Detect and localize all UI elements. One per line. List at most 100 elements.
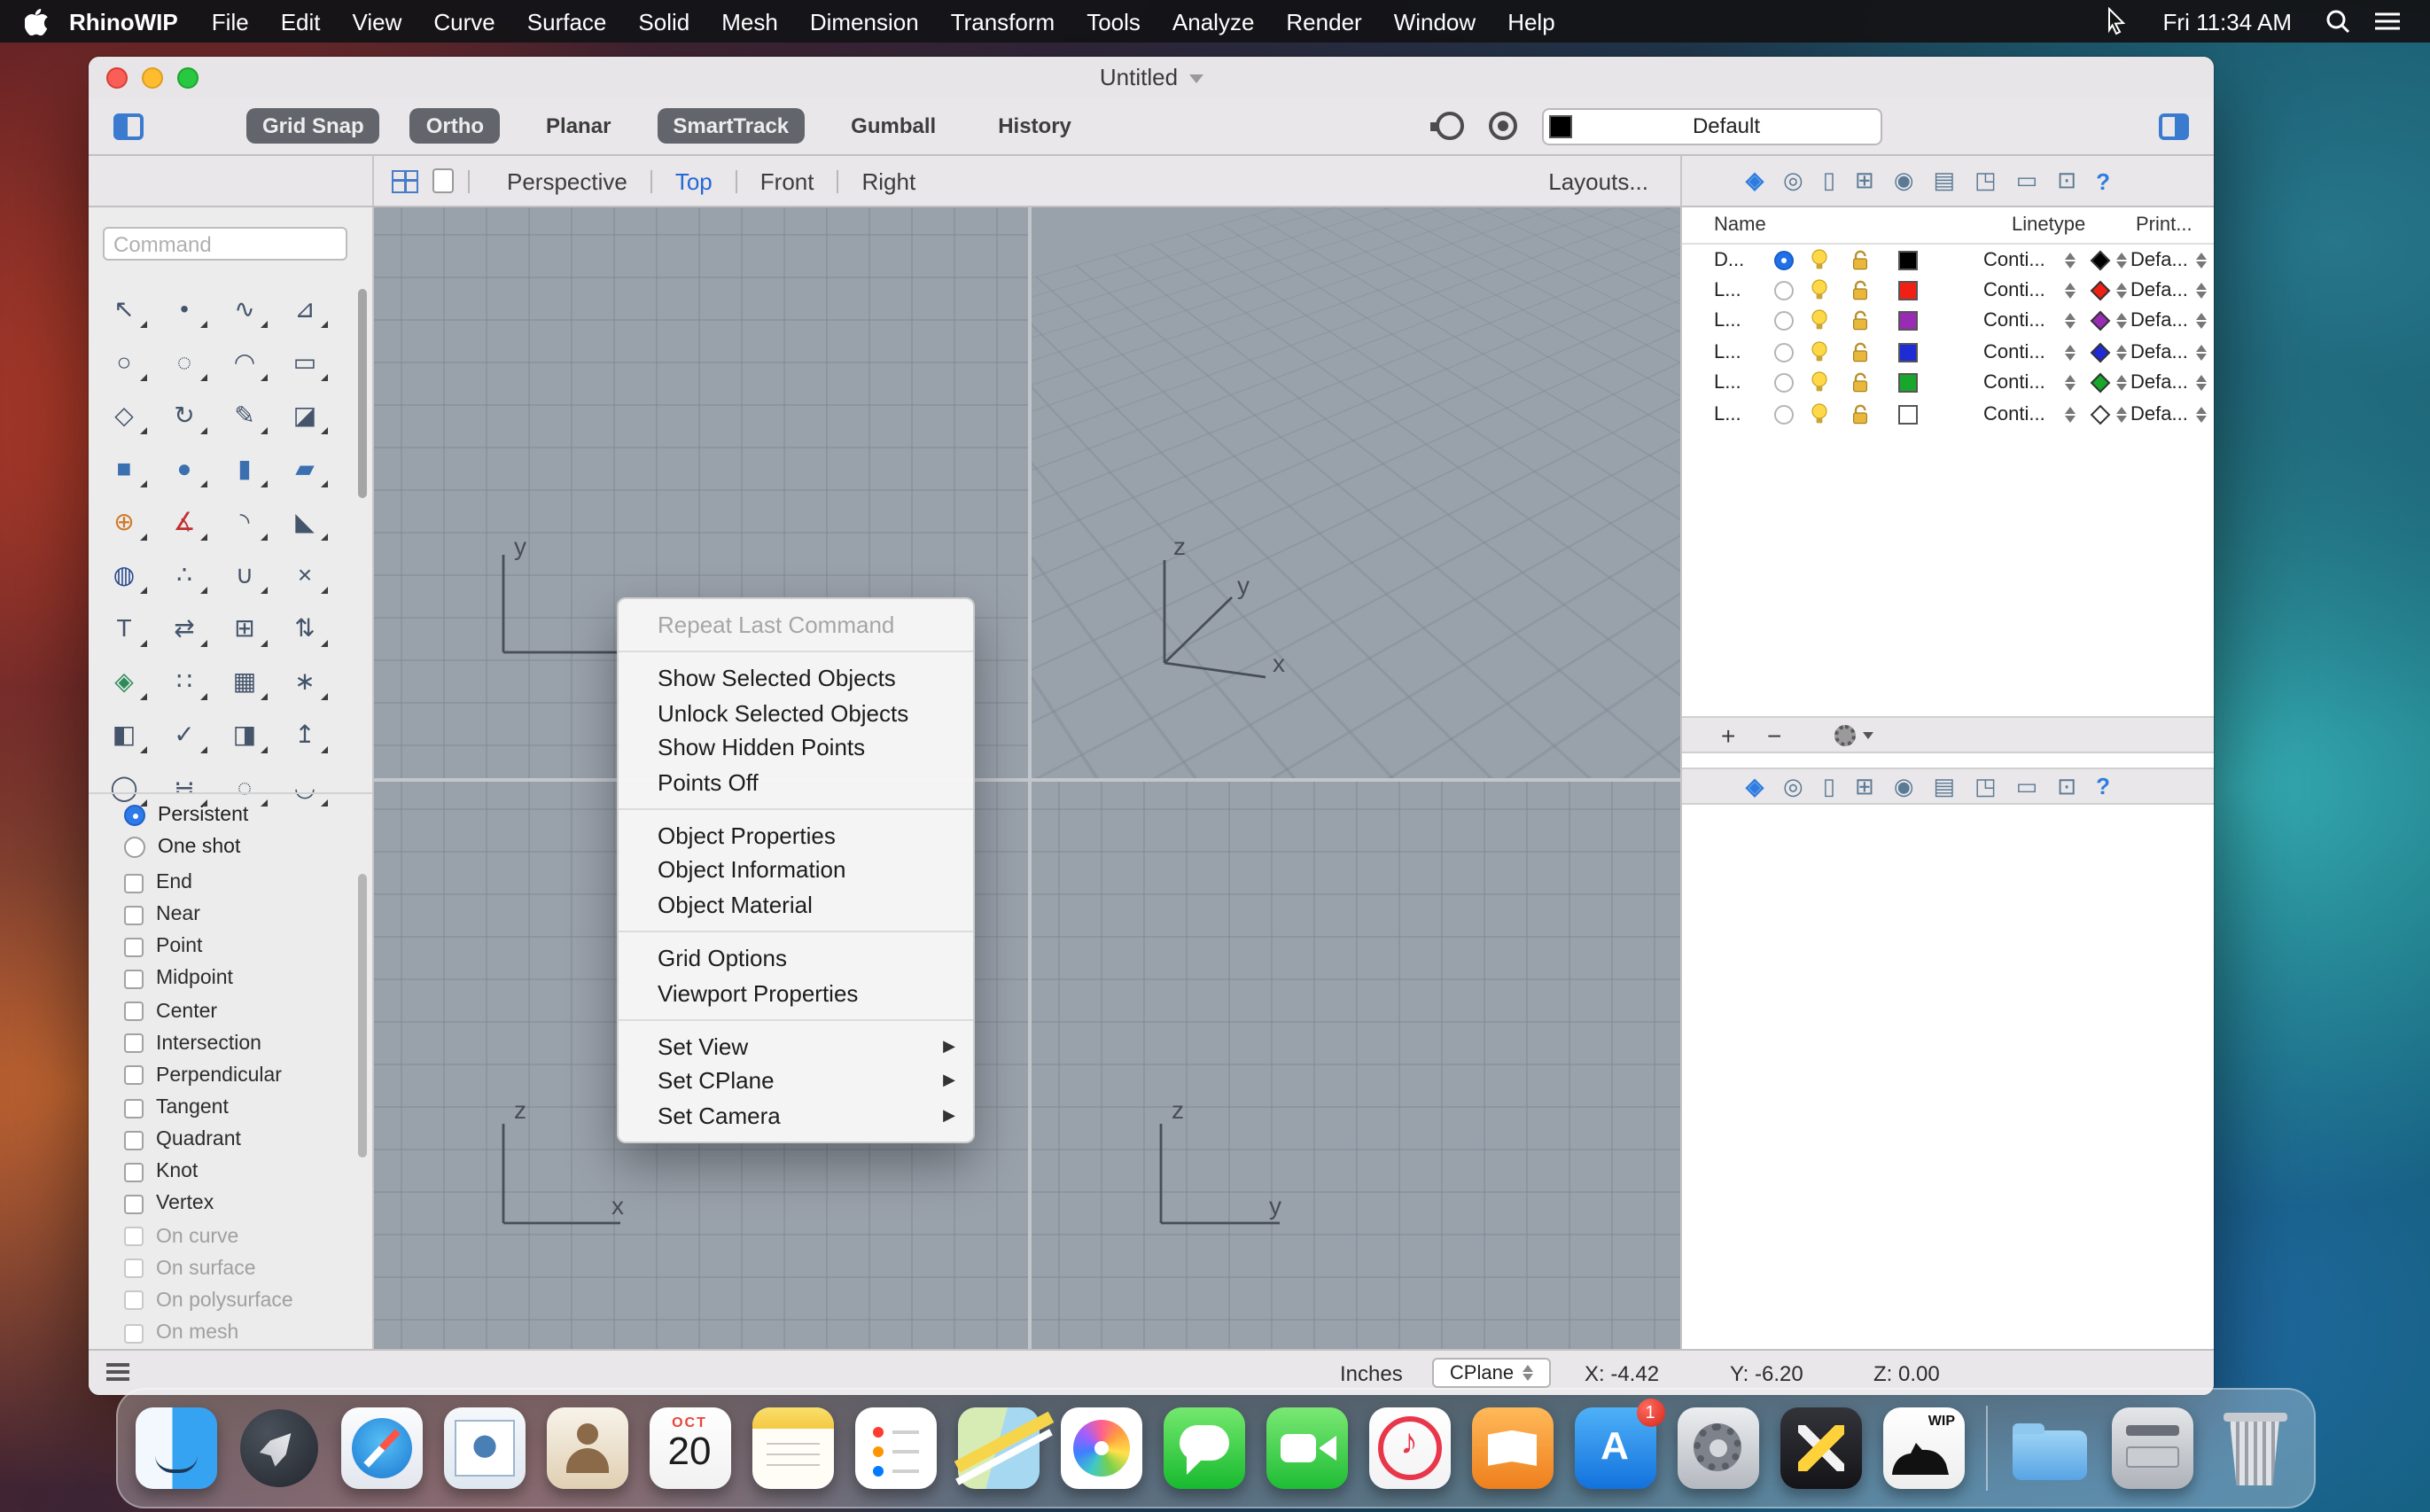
osnap-option[interactable]: End [124, 867, 293, 899]
maps[interactable] [957, 1407, 1039, 1489]
menu-item[interactable]: Transform [935, 8, 1071, 35]
layer-visibility-icon[interactable] [1810, 310, 1829, 333]
chamfer-tool[interactable]: ◣ [280, 498, 330, 544]
layer-material-icon[interactable] [2090, 311, 2111, 332]
layout-icon[interactable]: ▭ [2016, 772, 2038, 800]
render-icon[interactable]: ◉ [1894, 167, 1914, 195]
layer-material-icon[interactable] [2090, 342, 2111, 363]
layer-settings-button[interactable] [1834, 724, 1873, 745]
osnap-option[interactable]: Midpoint [124, 963, 293, 995]
context-menu-item[interactable]: Object Material ▶ [619, 887, 973, 922]
context-menu-item[interactable]: Object Properties ▶ [619, 819, 973, 853]
layer-color-swatch[interactable] [1898, 404, 1918, 425]
layer-lock-icon[interactable] [1850, 279, 1870, 302]
material-stepper-icon[interactable] [2116, 406, 2127, 422]
mirror-tool[interactable]: ⇅ [280, 604, 330, 651]
layer-print-color[interactable]: Defa... [2130, 311, 2188, 332]
layer-lock-icon[interactable] [1850, 341, 1870, 364]
osnap-option[interactable]: Intersection [124, 1027, 293, 1059]
rhino[interactable]: WIP [1882, 1407, 1964, 1489]
layer-row[interactable]: L... Conti... Defa... [1682, 276, 2214, 307]
rectangle-tool[interactable]: ▭ [280, 339, 330, 385]
layer-lock-icon[interactable] [1850, 310, 1870, 333]
context-menu-item[interactable]: Viewport Properties ▶ [619, 976, 973, 1010]
layer-linetype[interactable]: Conti... [1983, 249, 2045, 270]
layer-name[interactable]: D... [1714, 249, 1744, 270]
viewport-splitter-horizontal[interactable] [374, 778, 1680, 782]
hatch-icon[interactable]: ▤ [1934, 167, 1956, 195]
position-icon[interactable]: ◳ [1974, 167, 1997, 195]
display-icon[interactable]: ⊡ [2057, 167, 2076, 195]
layer-name[interactable]: L... [1714, 311, 1741, 332]
context-menu-item[interactable]: Object Information ▶ [619, 853, 973, 888]
photos[interactable] [1060, 1407, 1141, 1489]
help-icon[interactable]: ? [2096, 773, 2110, 799]
layer-name[interactable]: L... [1714, 403, 1741, 425]
osnap-option[interactable]: Quadrant [124, 1124, 293, 1156]
revolve-tool[interactable]: ↻ [160, 392, 209, 438]
cage-edit-tool[interactable]: ◈ [99, 658, 149, 704]
status-menu-icon[interactable] [106, 1363, 129, 1380]
print-stepper-icon[interactable] [2196, 345, 2207, 361]
current-layer-radio[interactable] [1774, 404, 1794, 425]
layer-material-icon[interactable] [2090, 403, 2111, 425]
context-menu-item[interactable]: Show Hidden Points ▶ [619, 730, 973, 765]
linetype-stepper-icon[interactable] [2065, 376, 2076, 392]
remove-layer-button[interactable]: − [1767, 721, 1781, 749]
layer-visibility-icon[interactable] [1810, 371, 1829, 395]
checkbox[interactable] [124, 1227, 144, 1247]
checkbox[interactable] [124, 1098, 144, 1118]
properties-icon[interactable]: ◎ [1783, 772, 1803, 800]
toolbar-toggle[interactable]: SmartTrack [657, 108, 806, 144]
point-cloud-tool[interactable]: ∴ [160, 551, 209, 597]
layer-material-icon[interactable] [2090, 250, 2111, 270]
linetype-stepper-icon[interactable] [2065, 252, 2076, 268]
menu-item[interactable]: Curve [417, 8, 510, 35]
text-tool[interactable]: T [99, 604, 149, 651]
facetime[interactable] [1266, 1407, 1347, 1489]
hatch-icon[interactable]: ▤ [1934, 772, 1956, 800]
layer-print-color[interactable]: Defa... [2130, 280, 2188, 301]
layers-icon[interactable]: ◈ [1746, 167, 1764, 195]
material-stepper-icon[interactable] [2116, 345, 2127, 361]
menu-item[interactable]: Tools [1071, 8, 1157, 35]
layer-print-color[interactable]: Defa... [2130, 373, 2188, 394]
viewport-tab[interactable]: Right [838, 168, 939, 194]
checkbox[interactable] [124, 873, 144, 893]
print-stepper-icon[interactable] [2196, 314, 2207, 330]
join-tool[interactable]: ∪ [220, 551, 269, 597]
layer-linetype[interactable]: Conti... [1983, 342, 2045, 363]
checkbox[interactable] [124, 969, 144, 989]
material-stepper-icon[interactable] [2116, 252, 2127, 268]
grid-array-tool[interactable]: ▦ [220, 658, 269, 704]
menu-item[interactable]: Mesh [705, 8, 794, 35]
messages[interactable] [1163, 1407, 1244, 1489]
osnap-scrollbar[interactable] [358, 874, 367, 1157]
shade-tool[interactable]: ◍ [99, 551, 149, 597]
linetype-stepper-icon[interactable] [2065, 406, 2076, 422]
checkbox[interactable] [124, 1194, 144, 1214]
polyline-tool[interactable]: ⊿ [280, 285, 330, 331]
archive[interactable] [2111, 1407, 2192, 1489]
point-tool[interactable]: • [160, 285, 209, 331]
print-stepper-icon[interactable] [2196, 283, 2207, 299]
checkbox[interactable] [124, 1130, 144, 1150]
osnap-option[interactable]: Center [124, 995, 293, 1027]
linetype-stepper-icon[interactable] [2065, 283, 2076, 299]
osnap-option[interactable]: Point [124, 931, 293, 963]
linetype-stepper-icon[interactable] [2065, 345, 2076, 361]
units-label[interactable]: Inches [1340, 1360, 1403, 1385]
layer-row[interactable]: L... Conti... Defa... [1682, 337, 2214, 368]
toolbar-toggle[interactable]: Gumball [835, 108, 952, 144]
context-menu-item[interactable]: Set CPlane ▶ [619, 1064, 973, 1099]
check-tool[interactable]: ✓ [160, 711, 209, 757]
checkbox[interactable] [124, 1002, 144, 1022]
osnap-persistence-option[interactable]: Persistent [124, 799, 248, 831]
notes-icon[interactable]: ▯ [1823, 772, 1835, 800]
menu-item[interactable]: Window [1378, 8, 1492, 35]
notes-icon[interactable]: ▯ [1823, 167, 1835, 195]
properties-icon[interactable]: ◎ [1783, 167, 1803, 195]
layer-color-swatch[interactable] [1898, 311, 1918, 331]
context-menu-item[interactable]: Points Off ▶ [619, 765, 973, 799]
layer-print-color[interactable]: Defa... [2130, 342, 2188, 363]
